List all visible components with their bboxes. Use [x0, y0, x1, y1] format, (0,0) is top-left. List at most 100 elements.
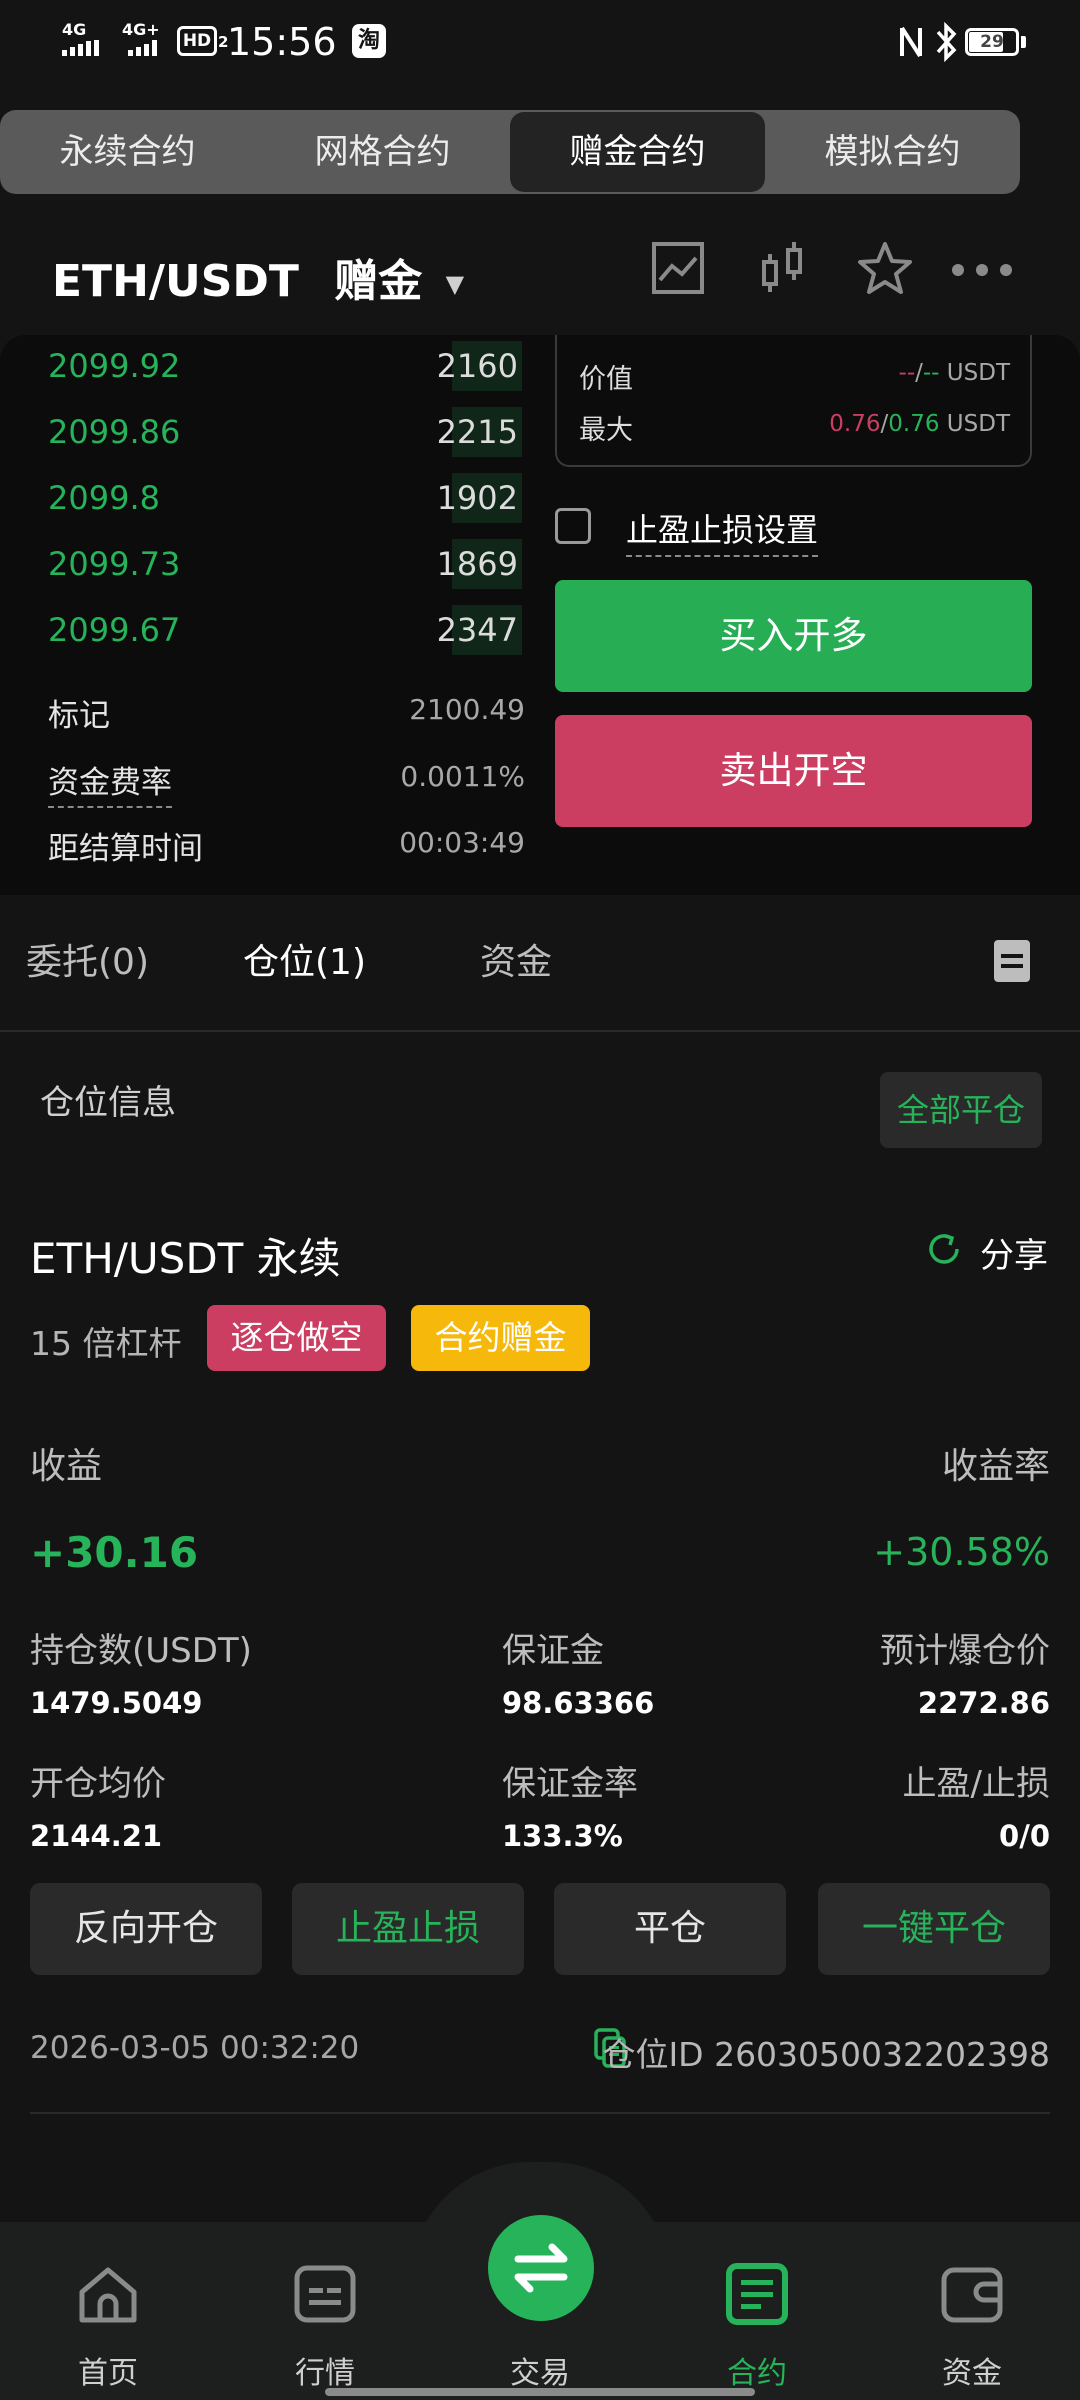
battery-icon: 29	[965, 28, 1019, 56]
nav-market[interactable]: 行情	[255, 2262, 395, 2391]
signal-4g-plus-label: 4G+	[122, 20, 160, 39]
nav-home[interactable]: 首页	[38, 2262, 178, 2391]
funding-rate-value: 0.0011%	[400, 760, 525, 793]
tab-assets[interactable]: 资金	[480, 933, 552, 985]
bid-qty: 2347	[436, 611, 518, 649]
roe-value: +30.58%	[873, 1530, 1050, 1574]
tab-grid[interactable]: 网格合约	[255, 110, 510, 194]
max-label: 最大	[579, 415, 633, 446]
signal-bars-icon	[62, 40, 112, 60]
bid-price: 2099.73	[48, 545, 181, 583]
home-indicator[interactable]	[325, 2388, 755, 2396]
position-info-title: 仓位信息	[40, 1083, 176, 1123]
signal-4g-label: 4G	[62, 20, 87, 39]
tp-sl-setting-label[interactable]: 止盈止损设置	[626, 505, 819, 557]
position-id: 仓位ID 2603050032202398	[602, 2035, 1050, 2074]
bid-price: 2099.92	[48, 347, 181, 385]
isolated-short-badge: 逐仓做空	[207, 1305, 386, 1371]
more-icon[interactable]	[950, 260, 1014, 284]
bid-price: 2099.8	[48, 479, 160, 517]
nav-trade-label: 交易	[510, 2356, 570, 2391]
bid-qty: 2215	[436, 413, 518, 451]
document-icon[interactable]	[994, 940, 1030, 986]
bid-price: 2099.67	[48, 611, 181, 649]
tabs-divider	[0, 1030, 1080, 1032]
settlement-time-label: 距结算时间	[48, 831, 203, 867]
order-book-row[interactable]: 2099.86 2215	[48, 407, 522, 463]
max-sell: 0.76	[829, 411, 881, 437]
status-bar: 4G 4G+ HD 2 15:56 淘 29	[0, 0, 1080, 90]
mark-price-label: 标记	[48, 698, 110, 734]
value-amount: --/-- USDT	[899, 360, 1010, 386]
footer-divider	[30, 2112, 1050, 2114]
battery-level: 29	[980, 32, 1004, 52]
chart-icon[interactable]	[650, 240, 706, 300]
share-button[interactable]: 分享	[980, 1228, 1048, 1277]
value-buy: --	[922, 360, 940, 386]
order-book-row[interactable]: 2099.92 2160	[48, 341, 522, 397]
pnl-label: 收益	[30, 1446, 103, 1487]
status-time: 15:56	[227, 20, 337, 64]
nav-trade-button[interactable]	[488, 2215, 594, 2321]
home-icon	[79, 2267, 137, 2323]
value-label: 价值	[579, 364, 633, 395]
nav-assets[interactable]: 资金	[902, 2262, 1042, 2391]
max-amount: 0.76/0.76 USDT	[829, 411, 1010, 437]
bluetooth-icon	[934, 21, 958, 66]
nav-futures-label: 合约	[727, 2356, 787, 2391]
leverage-label: 15 倍杠杆	[30, 1324, 182, 1363]
bid-qty: 2160	[436, 347, 518, 385]
tab-bonus[interactable]: 赠金合约	[510, 112, 765, 192]
buy-long-button[interactable]: 买入开多	[555, 580, 1032, 692]
tab-demo[interactable]: 模拟合约	[765, 110, 1020, 194]
taobao-icon: 淘	[352, 24, 386, 58]
one-click-close-button[interactable]: 一键平仓	[818, 1883, 1050, 1975]
nav-market-label: 行情	[295, 2356, 355, 2391]
settlement-time-value: 00:03:49	[399, 826, 525, 859]
order-book-row[interactable]: 2099.67 2347	[48, 605, 522, 661]
margin-label: 保证金	[502, 1631, 604, 1671]
order-value-box: 价值 --/-- USDT 最大 0.76/0.76 USDT	[555, 335, 1032, 467]
value-slash: /	[915, 360, 923, 386]
pair-mode: 赠金	[334, 256, 423, 307]
share-icon[interactable]	[925, 1230, 963, 1272]
sell-short-button[interactable]: 卖出开空	[555, 715, 1032, 827]
value-sell: --	[898, 360, 916, 386]
futures-icon	[726, 2263, 788, 2325]
funding-rate-label[interactable]: 资金费率	[48, 757, 172, 808]
close-all-button[interactable]: 全部平仓	[880, 1072, 1042, 1148]
candlestick-icon[interactable]	[758, 240, 806, 300]
signal-bars-2-icon	[128, 40, 170, 60]
bid-qty: 1869	[436, 545, 518, 583]
bid-qty: 1902	[436, 479, 518, 517]
reverse-open-button[interactable]: 反向开仓	[30, 1883, 262, 1975]
bonus-badge: 合约赠金	[411, 1305, 590, 1371]
tab-positions[interactable]: 仓位(1)	[243, 933, 366, 985]
tp-sl-checkbox[interactable]	[555, 508, 591, 544]
tab-perpetual[interactable]: 永续合约	[0, 110, 255, 194]
close-position-button[interactable]: 平仓	[554, 1883, 786, 1975]
tab-orders[interactable]: 委托(0)	[26, 933, 149, 985]
roe-label: 收益率	[941, 1446, 1050, 1487]
tp-sl-label: 止盈/止损	[902, 1764, 1050, 1804]
pair-name: ETH/USDT	[52, 256, 299, 307]
value-unit: USDT	[946, 360, 1010, 386]
order-book-row[interactable]: 2099.8 1902	[48, 473, 522, 529]
star-icon[interactable]	[856, 240, 914, 300]
entry-price-value: 2144.21	[30, 1819, 163, 1853]
position-size-value: 1479.5049	[30, 1686, 203, 1720]
battery-tip	[1021, 36, 1026, 48]
hd-badge: HD	[177, 26, 217, 56]
liquidation-price-label: 预计爆仓价	[880, 1631, 1050, 1671]
max-buy: 0.76	[888, 411, 940, 437]
mark-price-value: 2100.49	[409, 693, 525, 726]
nav-futures[interactable]: 合约	[687, 2262, 827, 2391]
liquidation-price-value: 2272.86	[917, 1686, 1050, 1720]
bid-price: 2099.86	[48, 413, 181, 451]
nfc-icon	[898, 22, 924, 66]
order-book-row[interactable]: 2099.73 1869	[48, 539, 522, 595]
pair-selector[interactable]: ETH/USDT 赠金 ▼	[52, 245, 464, 309]
swap-arrows-icon	[514, 2243, 568, 2293]
tp-sl-button[interactable]: 止盈止损	[292, 1883, 524, 1975]
tp-sl-value: 0/0	[999, 1819, 1050, 1853]
